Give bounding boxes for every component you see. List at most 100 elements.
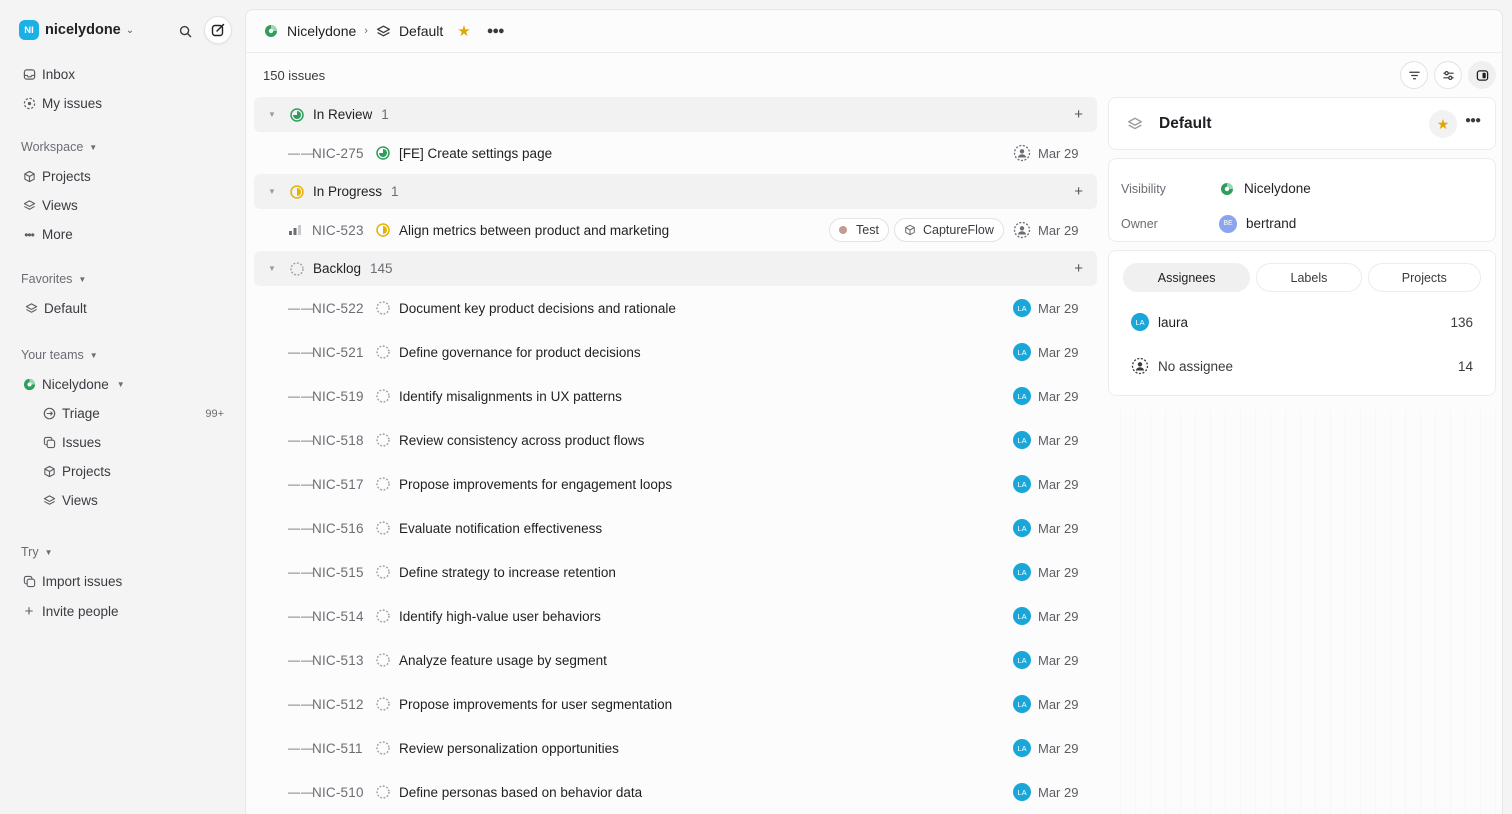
teams-section-header[interactable]: Your teams ▼ (12, 340, 232, 370)
tab-labels[interactable]: Labels (1256, 263, 1362, 292)
table-row[interactable]: —— NIC-510 Define personas based on behavi… (254, 770, 1097, 814)
search-icon[interactable] (174, 20, 196, 42)
table-row[interactable]: —— NIC-515 Define strategy to increase ret… (254, 550, 1097, 594)
table-row[interactable]: —— NIC-516 Evaluate notification effective… (254, 506, 1097, 550)
filter-button[interactable] (1400, 61, 1428, 89)
backlog-status-icon[interactable] (376, 433, 390, 450)
avatar[interactable]: LA (1013, 563, 1031, 581)
try-section-header[interactable]: Try ▼ (12, 537, 232, 567)
group-header-in-review[interactable]: ▼ In Review 1 + (254, 97, 1097, 132)
priority-medium-icon[interactable] (288, 224, 302, 236)
no-priority-icon[interactable]: —— (288, 697, 313, 711)
add-issue-icon[interactable]: + (1074, 260, 1083, 277)
table-row[interactable]: —— NIC-522 Document key product decisions … (254, 286, 1097, 330)
in-review-status-icon[interactable] (376, 146, 390, 163)
display-options-button[interactable] (1434, 61, 1462, 89)
no-priority-icon[interactable]: —— (288, 345, 313, 359)
sidebar-item-views[interactable]: Views (12, 191, 232, 220)
add-issue-icon[interactable]: + (1074, 106, 1083, 123)
label-chip[interactable]: Test (829, 218, 889, 242)
new-issue-button[interactable] (204, 16, 232, 44)
caret-down-icon[interactable]: ▼ (268, 187, 278, 196)
no-priority-icon[interactable]: —— (288, 785, 313, 799)
avatar[interactable]: LA (1013, 607, 1031, 625)
sidebar-item-my-issues[interactable]: My issues (12, 89, 232, 118)
unassigned-icon[interactable] (1013, 221, 1031, 239)
sidebar-item-team-projects[interactable]: Projects (12, 457, 232, 486)
backlog-status-icon[interactable] (376, 345, 390, 362)
backlog-status-icon[interactable] (376, 785, 390, 802)
caret-down-icon[interactable]: ▼ (268, 110, 278, 119)
assignee-stat-row[interactable]: LA laura 136 (1123, 301, 1481, 343)
sidebar-item-invite-people[interactable]: + Invite people (12, 597, 232, 626)
no-priority-icon[interactable]: —— (288, 389, 313, 403)
table-row[interactable]: —— NIC-521 Define governance for product d… (254, 330, 1097, 374)
table-row[interactable]: —— NIC-514 Identify high-value user behavi… (254, 594, 1097, 638)
caret-down-icon[interactable]: ▼ (268, 264, 278, 273)
table-row[interactable]: —— NIC-512 Propose improvements for user s… (254, 682, 1097, 726)
no-priority-icon[interactable]: —— (288, 146, 313, 160)
group-header-backlog[interactable]: ▼ Backlog 145 + (254, 251, 1097, 286)
owner-row[interactable]: Owner BE bertrand (1121, 206, 1483, 241)
no-priority-icon[interactable]: —— (288, 741, 313, 755)
backlog-status-icon[interactable] (376, 697, 390, 714)
sidebar-item-issues[interactable]: Issues (12, 428, 232, 457)
avatar[interactable]: LA (1013, 475, 1031, 493)
avatar[interactable]: LA (1013, 739, 1031, 757)
avatar[interactable]: LA (1013, 387, 1031, 405)
no-priority-icon[interactable]: —— (288, 521, 313, 535)
backlog-status-icon[interactable] (376, 389, 390, 406)
in-progress-status-icon[interactable] (376, 223, 390, 240)
sidebar-item-triage[interactable]: Triage 99+ (12, 399, 232, 428)
table-row[interactable]: —— NIC-511 Review personalization opportun… (254, 726, 1097, 770)
favorites-section-header[interactable]: Favorites ▼ (12, 264, 232, 294)
star-icon[interactable]: ★ (457, 22, 470, 40)
workspace-switcher[interactable]: NI nicelydone ⌄ (12, 0, 232, 60)
tab-assignees[interactable]: Assignees (1123, 263, 1251, 292)
sidebar-item-default[interactable]: Default (12, 294, 232, 323)
sidebar-item-team-views[interactable]: Views (12, 486, 232, 515)
breadcrumb-view[interactable]: Default (399, 23, 443, 39)
table-row[interactable]: —— NIC-275 [FE] Create settings page Mar… (254, 132, 1097, 174)
avatar[interactable]: LA (1013, 695, 1031, 713)
backlog-status-icon[interactable] (376, 301, 390, 318)
avatar[interactable]: LA (1013, 299, 1031, 317)
backlog-status-icon[interactable] (376, 521, 390, 538)
add-issue-icon[interactable]: + (1074, 183, 1083, 200)
table-row[interactable]: NIC-523 Align metrics between product an… (254, 209, 1097, 251)
table-row[interactable]: —— NIC-517 Propose improvements for engage… (254, 462, 1097, 506)
sidebar-item-projects[interactable]: Projects (12, 162, 232, 191)
unassigned-icon[interactable] (1013, 144, 1031, 162)
backlog-status-icon[interactable] (376, 609, 390, 626)
no-priority-icon[interactable]: —— (288, 433, 313, 447)
backlog-status-icon[interactable] (376, 565, 390, 582)
backlog-status-icon[interactable] (376, 477, 390, 494)
tab-projects[interactable]: Projects (1367, 263, 1481, 292)
no-priority-icon[interactable]: —— (288, 477, 313, 491)
avatar[interactable]: LA (1013, 343, 1031, 361)
no-assignee-stat-row[interactable]: No assignee 14 (1123, 345, 1481, 387)
no-priority-icon[interactable]: —— (288, 565, 313, 579)
no-priority-icon[interactable]: —— (288, 301, 313, 315)
more-options-icon[interactable]: ●●● (487, 25, 505, 37)
table-row[interactable]: —— NIC-513 Analyze feature usage by segmen… (254, 638, 1097, 682)
workspace-section-header[interactable]: Workspace ▼ (12, 132, 232, 162)
avatar[interactable]: LA (1013, 783, 1031, 801)
group-header-in-progress[interactable]: ▼ In Progress 1 + (254, 174, 1097, 209)
table-row[interactable]: —— NIC-518 Review consistency across produ… (254, 418, 1097, 462)
toggle-details-button[interactable] (1468, 61, 1496, 89)
breadcrumb-team[interactable]: Nicelydone (287, 23, 356, 39)
sidebar-team-nicelydone[interactable]: Nicelydone ▼ (12, 370, 232, 399)
sidebar-item-more[interactable]: ••• More (12, 220, 232, 249)
table-row[interactable]: —— NIC-519 Identify misalignments in UX pa… (254, 374, 1097, 418)
sidebar-item-inbox[interactable]: Inbox (12, 60, 232, 89)
sidebar-item-import-issues[interactable]: Import issues (12, 567, 232, 596)
avatar[interactable]: LA (1013, 651, 1031, 669)
more-options-icon[interactable]: ●●● (1465, 115, 1481, 126)
no-priority-icon[interactable]: —— (288, 609, 313, 623)
star-icon[interactable]: ★ (1429, 110, 1457, 138)
visibility-row[interactable]: Visibility Nicelydone (1121, 171, 1483, 206)
backlog-status-icon[interactable] (376, 741, 390, 758)
avatar[interactable]: LA (1013, 519, 1031, 537)
project-chip[interactable]: CaptureFlow (894, 218, 1004, 242)
